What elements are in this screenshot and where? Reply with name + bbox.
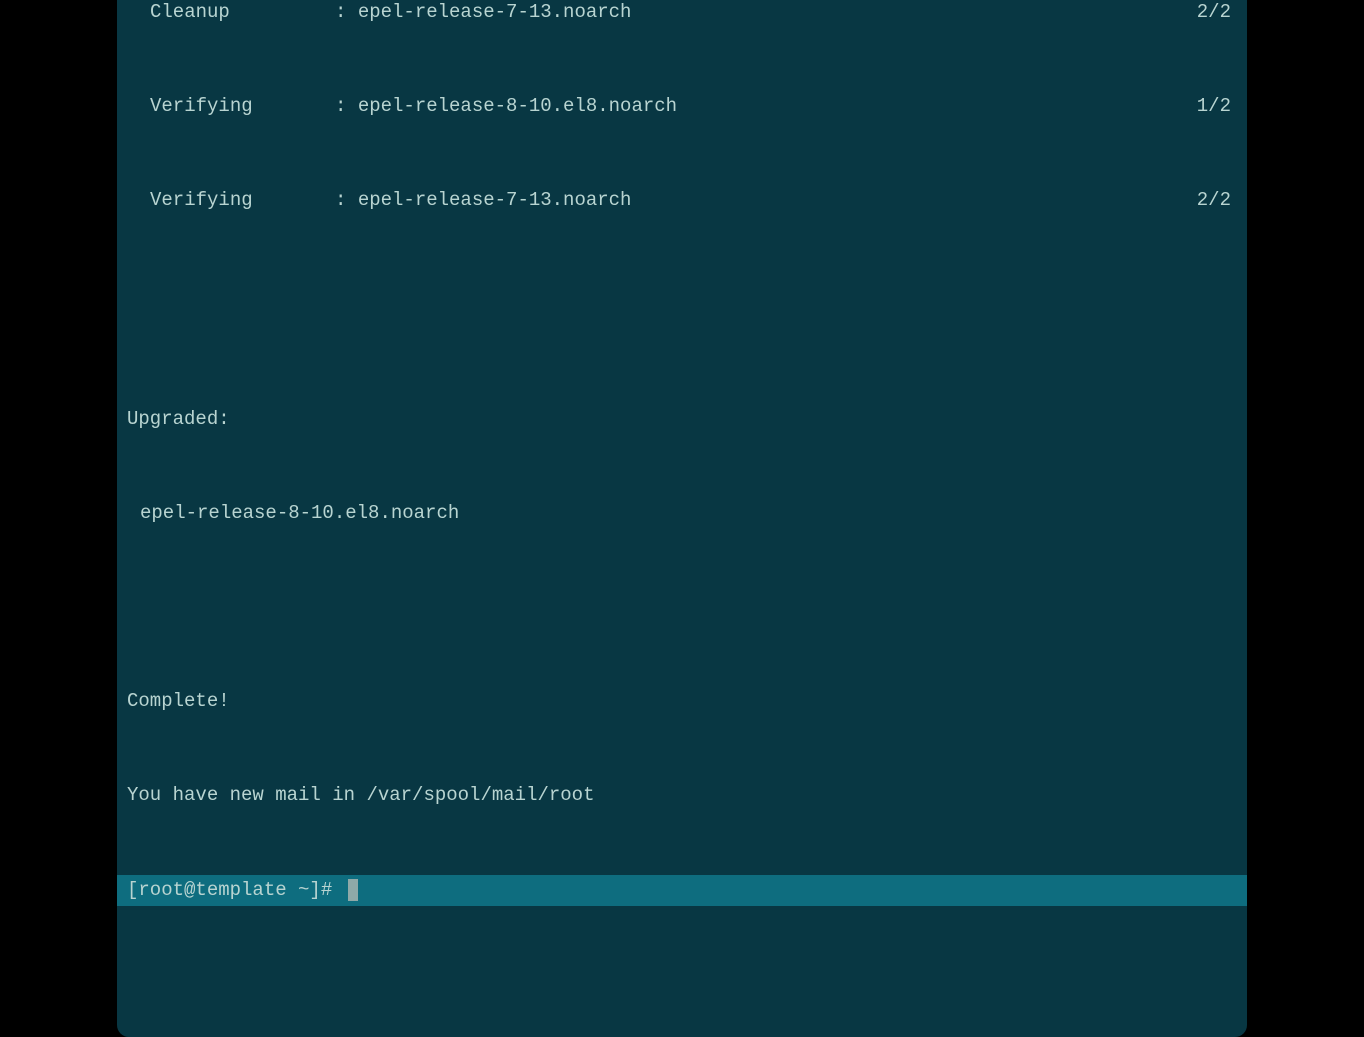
- step-sep: :: [335, 91, 358, 122]
- step-label: Verifying: [127, 185, 335, 216]
- step-package: epel-release-7-13.noarch: [358, 185, 1197, 216]
- terminal-body[interactable]: warning: /etc/yum.repos.d/epel.repo crea…: [117, 0, 1247, 1037]
- step-row: Verifying: epel-release-7-13.noarch2/2: [117, 185, 1247, 216]
- step-sep: :: [335, 185, 358, 216]
- prompt-line[interactable]: [root@template ~]#: [117, 875, 1247, 906]
- step-label: Cleanup: [127, 0, 335, 28]
- step-count: 2/2: [1197, 185, 1237, 216]
- upgraded-package: epel-release-8-10.el8.noarch: [117, 498, 1247, 529]
- step-row: Verifying: epel-release-8-10.el8.noarch1…: [117, 91, 1247, 122]
- cursor-icon: [348, 879, 358, 901]
- step-package: epel-release-8-10.el8.noarch: [358, 91, 1197, 122]
- mail-line: You have new mail in /var/spool/mail/roo…: [117, 780, 1247, 811]
- step-row: Cleanup: epel-release-7-13.noarch2/2: [117, 0, 1247, 28]
- step-label: Verifying: [127, 91, 335, 122]
- upgraded-header: Upgraded:: [117, 404, 1247, 435]
- step-sep: :: [335, 0, 358, 28]
- blank-line: [117, 592, 1247, 623]
- prompt-text: [root@template ~]#: [127, 875, 344, 906]
- complete-line: Complete!: [117, 686, 1247, 717]
- blank-line: [117, 310, 1247, 341]
- step-package: epel-release-7-13.noarch: [358, 0, 1197, 28]
- step-count: 2/2: [1197, 0, 1237, 28]
- terminal-window: Bao's MacbookPro ⌥⌘1 warning: /etc/yum.r…: [117, 0, 1247, 1037]
- step-count: 1/2: [1197, 91, 1237, 122]
